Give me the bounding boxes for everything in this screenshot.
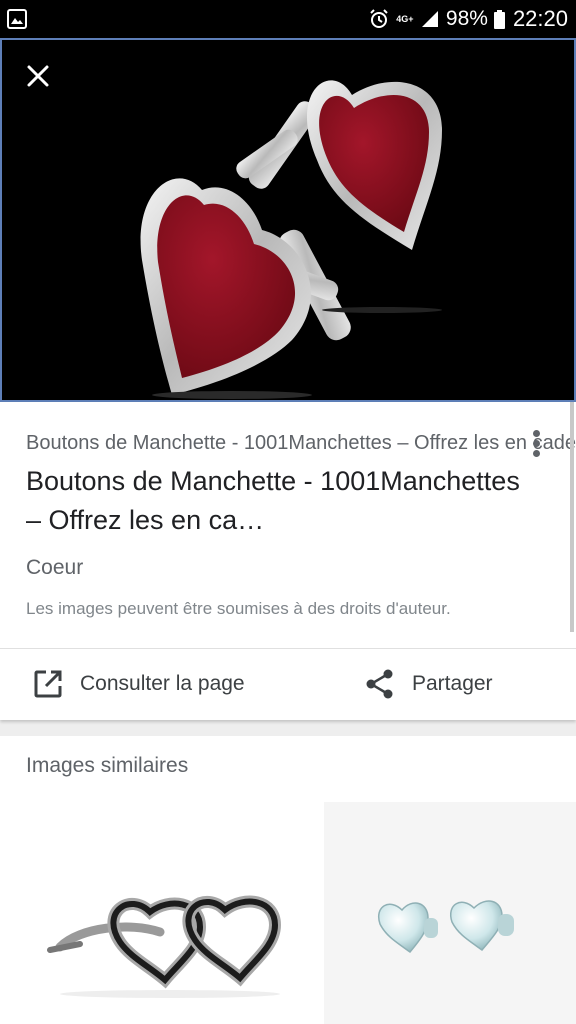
similar-images-section: Images similaires	[0, 736, 576, 1024]
image-subtitle: Coeur	[26, 556, 84, 579]
visit-page-label: Consulter la page	[80, 672, 245, 695]
divider	[0, 648, 576, 649]
share-icon	[366, 669, 393, 699]
signal-icon	[421, 11, 438, 27]
alarm-icon	[370, 9, 388, 28]
gallery-icon	[7, 9, 27, 29]
double-heart-cufflink-image	[47, 895, 282, 998]
similar-image-thumbnail[interactable]	[324, 802, 576, 1024]
visit-page-button[interactable]: Consulter la page	[32, 664, 245, 704]
similar-image-thumbnail[interactable]	[0, 802, 316, 1024]
glass-heart-cufflink-image	[377, 900, 514, 954]
page-title[interactable]: Boutons de Manchette - 1001Manchettes – …	[26, 462, 526, 540]
image-preview[interactable]	[0, 38, 576, 402]
open-in-new-icon	[34, 670, 62, 698]
copyright-notice: Les images peuvent être soumises à des d…	[26, 599, 451, 618]
clock: 22:20	[512, 6, 568, 31]
share-button[interactable]: Partager	[364, 664, 493, 704]
source-site-link[interactable]: Boutons de Manchette - 1001Manchettes – …	[26, 432, 576, 455]
network-type: 4G+	[396, 13, 414, 24]
battery-icon	[493, 9, 505, 29]
cufflinks-heart-image	[140, 80, 442, 399]
more-vert-icon[interactable]	[524, 428, 548, 464]
status-bar: 4G+ 98% 22:20	[0, 0, 576, 38]
similar-images-heading: Images similaires	[26, 754, 189, 777]
battery-percent: 98%	[445, 7, 488, 30]
image-info-card: Boutons de Manchette - 1001Manchettes – …	[0, 402, 576, 720]
close-icon[interactable]	[24, 62, 52, 90]
share-label: Partager	[412, 672, 493, 695]
scrollbar-thumb[interactable]	[570, 402, 574, 632]
